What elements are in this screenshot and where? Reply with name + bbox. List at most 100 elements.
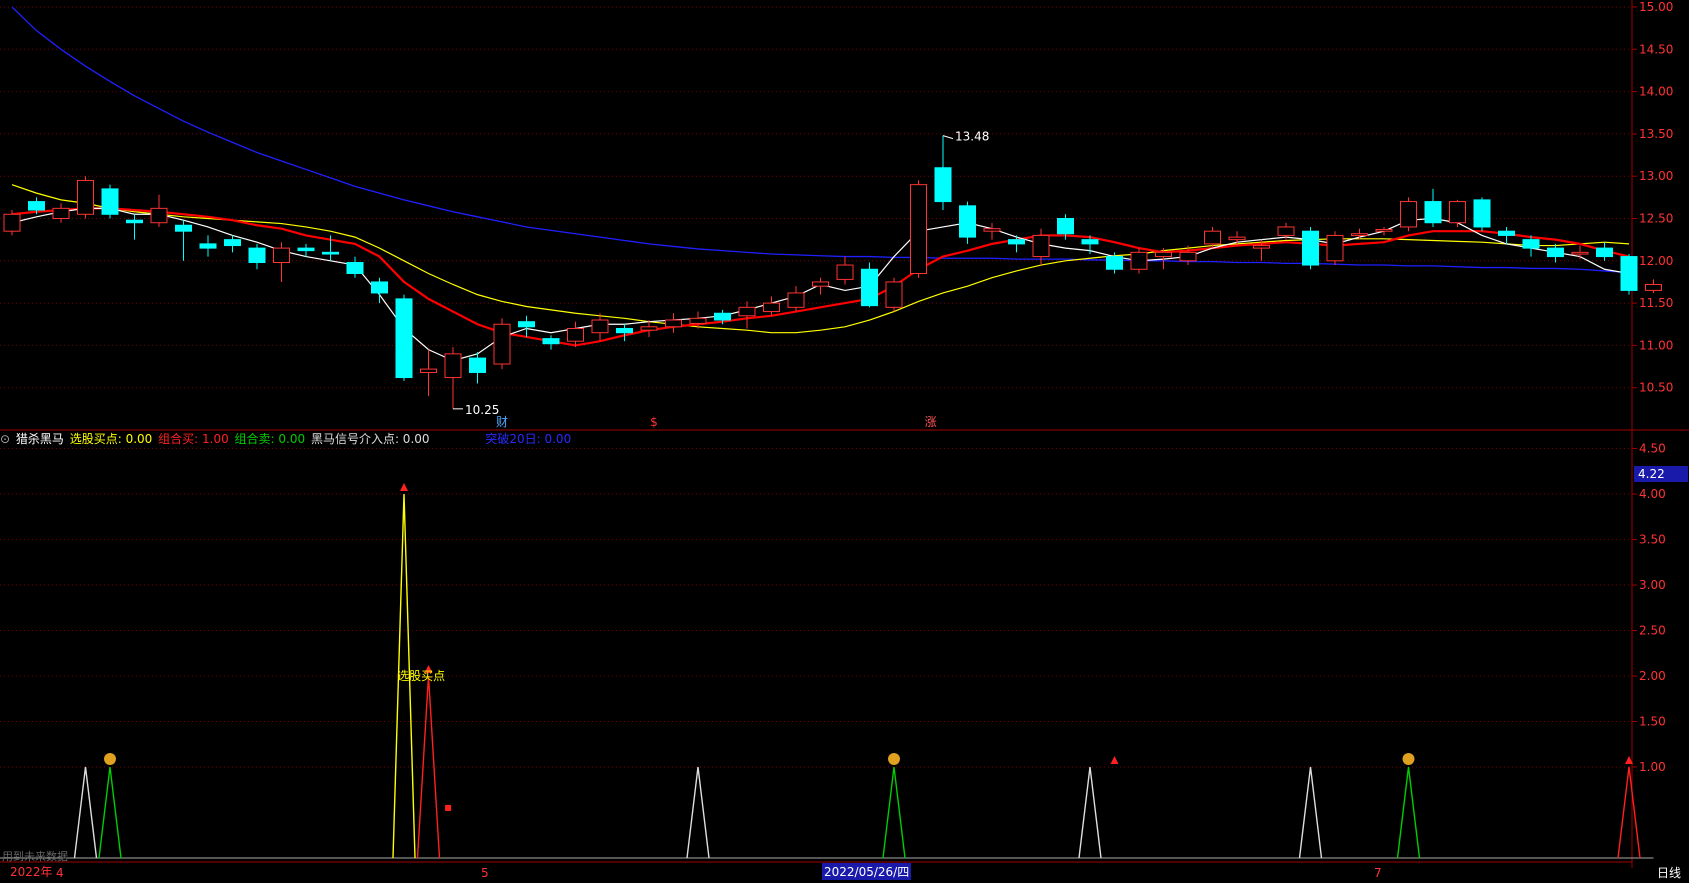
candle-down bbox=[714, 312, 731, 321]
legend-item-combo-sell: 组合卖: 0.00 bbox=[234, 432, 306, 446]
ma10-line bbox=[11, 207, 1630, 347]
candle-down bbox=[1498, 230, 1515, 236]
indicator-tick-label: 3.00 bbox=[1639, 578, 1666, 592]
candle-down bbox=[959, 205, 976, 238]
candle-down bbox=[1620, 256, 1638, 291]
candle-up bbox=[567, 327, 584, 342]
candle-up bbox=[738, 306, 756, 317]
candle-up bbox=[444, 353, 462, 379]
candle-down bbox=[175, 224, 192, 232]
candle-down bbox=[126, 219, 143, 224]
indicator-peak-黑马信号介入点 bbox=[1078, 766, 1102, 859]
indicator-tick-label: 1.50 bbox=[1639, 715, 1666, 729]
candle-down bbox=[616, 327, 633, 334]
candle-up bbox=[1032, 234, 1050, 258]
indicator-tick-label: 2.00 bbox=[1639, 669, 1666, 683]
candle-up bbox=[1400, 201, 1417, 228]
candle-up bbox=[885, 281, 903, 308]
future-data-note: 用到未来数据 bbox=[2, 850, 68, 863]
legend-item-breakout20: 突破20日: 0.00 bbox=[485, 432, 572, 446]
candle-up bbox=[1375, 228, 1393, 232]
candle-up bbox=[420, 368, 437, 373]
period-tab-daily[interactable]: 日线 bbox=[1657, 864, 1681, 881]
candle-down bbox=[1081, 239, 1099, 245]
price-tick-label: 11.00 bbox=[1639, 338, 1673, 352]
money-bag-icon bbox=[888, 753, 900, 765]
price-tick-label: 12.00 bbox=[1639, 254, 1673, 268]
candle-up bbox=[1277, 226, 1295, 236]
low-price-label: 10.25 bbox=[465, 403, 499, 417]
legend-item-darkhorse: 黑马信号介入点: 0.00 bbox=[310, 432, 430, 446]
candle-up bbox=[493, 323, 511, 365]
candle-up bbox=[591, 319, 609, 334]
candle-up bbox=[1130, 251, 1148, 270]
event-marker-dividend: $ bbox=[650, 415, 658, 429]
price-tick-label: 10.50 bbox=[1639, 381, 1673, 395]
candle-up bbox=[665, 319, 682, 328]
candle-down bbox=[1424, 201, 1442, 224]
indicator-name[interactable]: 猎杀黑马 bbox=[16, 432, 64, 446]
high-pointer bbox=[942, 135, 954, 140]
candle-up bbox=[1645, 283, 1662, 291]
candle-down bbox=[199, 243, 217, 249]
candle-down bbox=[1473, 199, 1491, 228]
indicator-legend: ⊙ 猎杀黑马 选股买点: 0.00 组合买: 1.00 组合卖: 0.00 黑马… bbox=[0, 430, 573, 448]
candle-up bbox=[3, 213, 21, 232]
price-tick-label: 13.00 bbox=[1639, 169, 1673, 183]
buy-arrow-icon bbox=[400, 483, 408, 491]
candle-down bbox=[346, 261, 364, 274]
indicator-peak-黑马信号介入点 bbox=[1298, 766, 1323, 859]
indicator-tick-label: 1.00 bbox=[1639, 760, 1666, 774]
candle-up bbox=[77, 179, 94, 215]
candle-down bbox=[395, 298, 413, 379]
candle-up bbox=[983, 228, 1001, 232]
candle-down bbox=[934, 167, 952, 203]
candle-down bbox=[371, 281, 388, 294]
collapse-icon[interactable]: ⊙ bbox=[0, 432, 10, 446]
candle-down bbox=[297, 247, 315, 252]
candle-up bbox=[273, 247, 290, 263]
price-tick-label: 11.50 bbox=[1639, 296, 1673, 310]
x-label-year: 2022年 bbox=[10, 865, 53, 879]
candle-up bbox=[763, 302, 780, 313]
indicator-tick-label: 2.50 bbox=[1639, 624, 1666, 638]
indicator-tick-label: 3.50 bbox=[1639, 533, 1666, 547]
candle-down bbox=[1106, 256, 1123, 270]
candle-up bbox=[150, 207, 168, 224]
candle-down bbox=[518, 321, 535, 328]
candle-up bbox=[1253, 245, 1270, 249]
buy-arrow-icon bbox=[1110, 756, 1119, 764]
candle-up bbox=[1204, 230, 1221, 245]
ma60-line bbox=[11, 6, 1630, 274]
legend-item-combo-buy: 组合买: 1.00 bbox=[158, 432, 229, 446]
indicator-peak-组合卖 bbox=[1396, 766, 1421, 859]
candle-down bbox=[1302, 230, 1319, 266]
x-label-april: 4 bbox=[56, 866, 64, 880]
select-buy-label: 选股买点 bbox=[397, 669, 445, 683]
candle-up bbox=[787, 292, 805, 308]
candle-down bbox=[1057, 218, 1074, 235]
candle-down bbox=[1547, 247, 1564, 258]
current-value-label: 4.22 bbox=[1638, 467, 1665, 481]
candle-up bbox=[1351, 233, 1368, 236]
price-tick-label: 15.00 bbox=[1639, 0, 1673, 14]
event-marker-finance: 财 bbox=[496, 415, 508, 429]
x-label-cursor-date: 2022/05/26/四 bbox=[822, 863, 912, 880]
candle-up bbox=[52, 207, 70, 220]
candle-up bbox=[910, 184, 927, 274]
candle-up bbox=[1155, 251, 1172, 258]
event-marker-limit: 涨 bbox=[925, 414, 937, 429]
high-price-label: 13.48 bbox=[955, 130, 989, 144]
x-label-may: 5 bbox=[481, 866, 489, 880]
candle-up bbox=[1228, 236, 1246, 241]
indicator-peak-黑马信号介入点 bbox=[686, 766, 710, 859]
candle-up bbox=[1179, 251, 1197, 262]
money-bag-icon bbox=[1402, 753, 1415, 765]
candle-up bbox=[1571, 251, 1589, 255]
candle-down bbox=[248, 247, 266, 263]
indicator-peak-组合卖 bbox=[882, 766, 906, 859]
candle-down bbox=[101, 188, 119, 215]
candle-up bbox=[812, 281, 829, 287]
money-bag-icon bbox=[104, 753, 116, 765]
signal-dot bbox=[445, 804, 452, 811]
